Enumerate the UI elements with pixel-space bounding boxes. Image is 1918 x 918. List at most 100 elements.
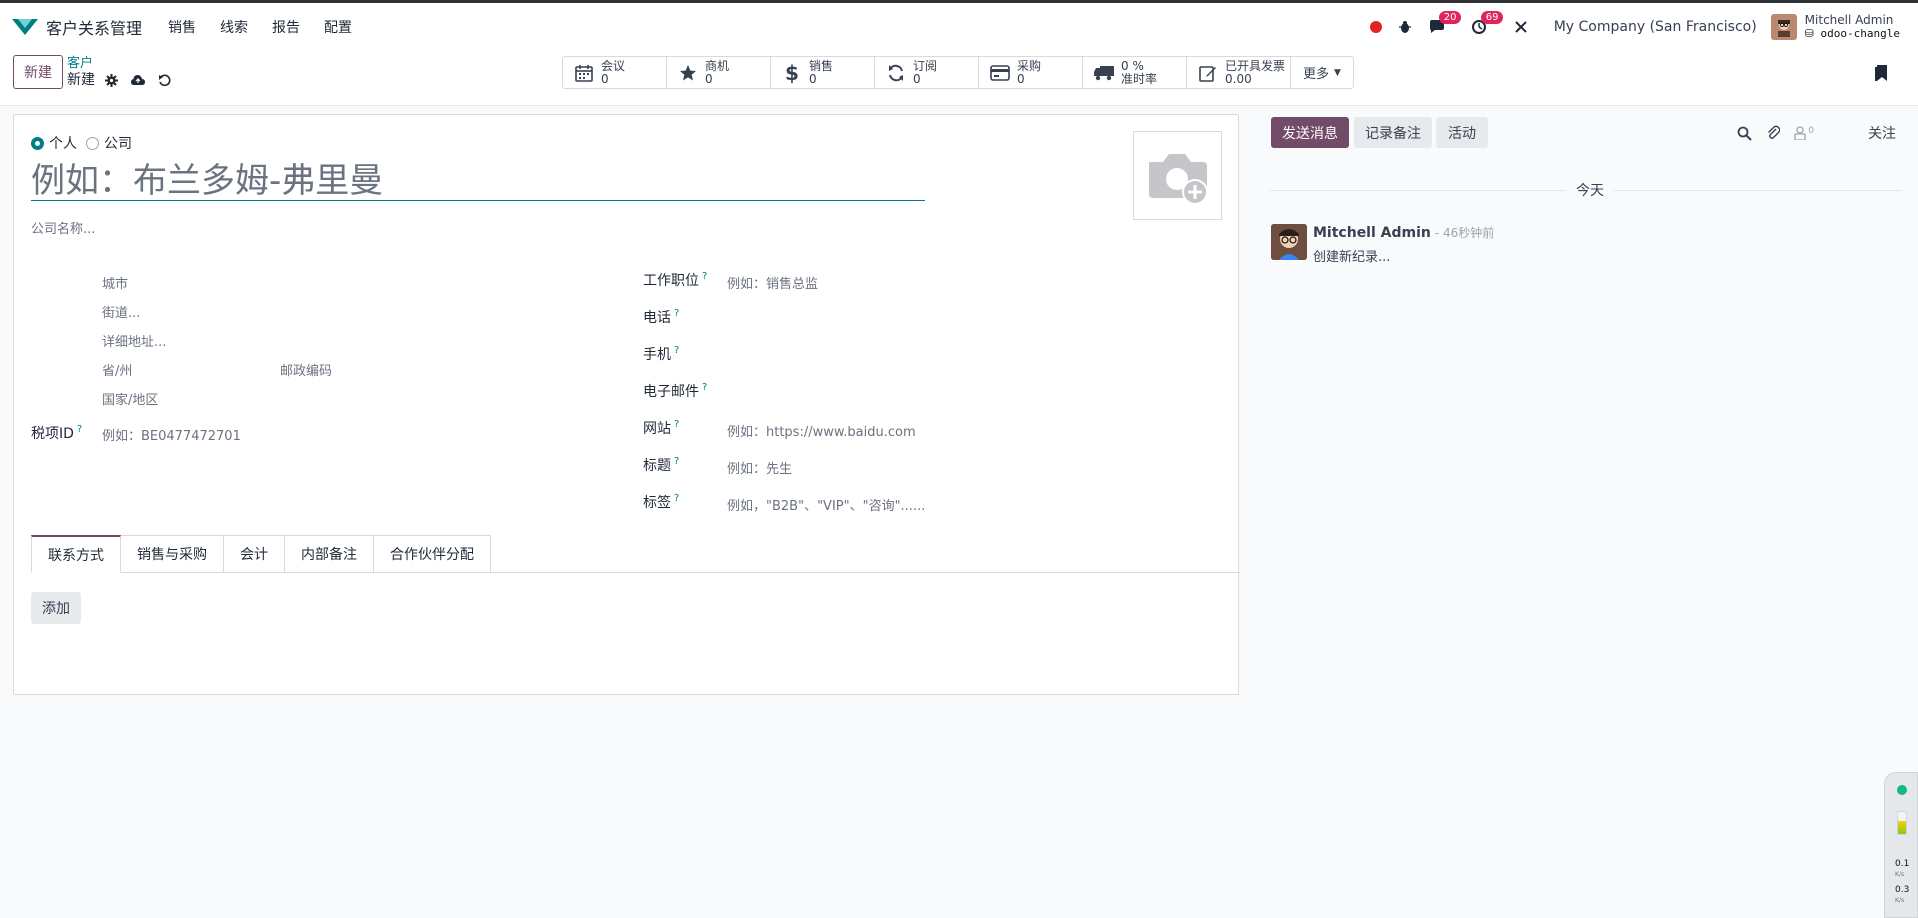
smart-button-opportunities[interactable]: 商机 0 (667, 57, 771, 88)
smart-button-on-time-rate[interactable]: 0 % 准时率 (1083, 57, 1187, 88)
tools-icon[interactable] (1512, 18, 1530, 36)
tab-internal-notes[interactable]: 内部备注 (285, 535, 374, 573)
followers-button[interactable]: 0 (1794, 126, 1814, 140)
control-panel: 新建 客户 新建 会议 0 商机 0 $ 销售 0 订阅 0 采购 0 0 % … (0, 50, 1918, 106)
smart-button-label: 销售 (809, 58, 834, 73)
app-title: 客户关系管理 (46, 18, 143, 38)
camera-add-icon (1148, 153, 1208, 205)
refresh-icon (885, 62, 907, 84)
radio-individual[interactable] (31, 136, 44, 150)
send-message-button[interactable]: 发送消息 (1271, 117, 1349, 148)
smart-button-sales[interactable]: $ 销售 0 (771, 57, 875, 88)
smart-button-subscriptions[interactable]: 订阅 0 (875, 57, 979, 88)
company-name-input[interactable]: 公司名称... (31, 218, 95, 237)
chatter-message: Mitchell Admin - 46秒钟前 创建新纪录... (1271, 224, 1494, 265)
smart-button-value: 0 (1017, 71, 1025, 86)
tab-partner-assignment[interactable]: 合作伙伴分配 (374, 535, 491, 573)
smart-button-label: 0 % (1121, 58, 1144, 73)
smart-button-label: 采购 (1017, 58, 1042, 73)
message-author[interactable]: Mitchell Admin (1313, 225, 1431, 241)
save-cloud-icon[interactable] (130, 74, 146, 86)
add-contact-button[interactable]: 添加 (31, 592, 81, 624)
tab-sales-purchase[interactable]: 销售与采购 (121, 535, 224, 573)
smart-button-value: 0 (809, 71, 817, 86)
more-label: 更多 (1303, 67, 1330, 82)
radio-company[interactable] (86, 136, 99, 150)
chatter-topbar-right: 0 关注 (1737, 123, 1896, 143)
phone-input[interactable] (727, 307, 1127, 325)
smart-button-value: 0.00 (1225, 71, 1252, 86)
bookmark-icon[interactable] (1874, 64, 1888, 82)
breadcrumb-customers[interactable]: 客户 (67, 56, 171, 72)
network-monitor[interactable]: 0.1 K/s 0.3 K/s (1884, 772, 1918, 918)
form-sheet: 个人 公司 例如：布兰多姆-弗里曼 公司名称... 城市 街道... 详细地址.… (13, 114, 1240, 695)
date-separator: 今天 (1566, 180, 1614, 200)
chatter: 发送消息 记录备注 活动 0 关注 今天 Mitchell Admin - 46秒… (1270, 114, 1902, 414)
tags-label: 标签? (643, 493, 680, 511)
star-icon (677, 62, 699, 84)
crm-logo-icon (12, 18, 38, 35)
log-note-button[interactable]: 记录备注 (1354, 117, 1432, 148)
vat-input[interactable]: 例如：BE0477472701 (102, 425, 241, 444)
title-input[interactable]: 例如：先生 (727, 458, 792, 477)
state-input[interactable]: 省/州 (102, 360, 132, 379)
new-button[interactable]: 新建 (13, 55, 63, 89)
menu-reporting[interactable]: 报告 (272, 17, 300, 37)
download-rate: 0.3 K/s (1895, 885, 1910, 904)
smart-button-meetings[interactable]: 会议 0 (563, 57, 667, 88)
recording-indicator-icon[interactable] (1369, 20, 1382, 33)
more-dropdown[interactable]: 更多 ▼ (1291, 57, 1353, 88)
gear-icon[interactable] (105, 73, 118, 87)
user-avatar[interactable] (1770, 13, 1797, 40)
user-lock-icon (1794, 126, 1806, 140)
job-position-label: 工作职位? (643, 271, 708, 289)
company-switcher[interactable]: My Company (San Francisco) (1554, 19, 1757, 35)
title-label: 标题? (643, 456, 680, 474)
zip-input[interactable]: 邮政编码 (280, 360, 332, 379)
radio-individual-label[interactable]: 个人 (49, 133, 77, 153)
smart-button-purchases[interactable]: 采购 0 (979, 57, 1083, 88)
partner-name-input[interactable]: 例如：布兰多姆-弗里曼 (31, 161, 925, 201)
messages-icon[interactable]: 20 (1428, 10, 1462, 36)
smart-button-label: 已开具发票 (1225, 58, 1286, 73)
mobile-input[interactable] (727, 344, 1127, 362)
search-icon[interactable] (1737, 126, 1752, 141)
menu-sales[interactable]: 销售 (168, 17, 196, 37)
message-author-avatar[interactable] (1271, 224, 1307, 260)
message-body: 创建新纪录... (1313, 250, 1391, 265)
activities-icon[interactable]: 69 (1470, 10, 1504, 36)
job-position-input[interactable]: 例如：销售总监 (727, 273, 818, 292)
vat-label: 税项ID? (31, 424, 83, 442)
menu-configuration[interactable]: 配置 (324, 17, 352, 37)
user-name: Mitchell Admin (1804, 12, 1894, 27)
dollar-icon: $ (785, 60, 799, 85)
city-input[interactable]: 城市 (102, 273, 128, 292)
smart-button-label: 会议 (601, 58, 626, 73)
smart-button-label: 商机 (705, 58, 730, 73)
radio-company-label[interactable]: 公司 (104, 133, 132, 153)
smart-buttons: 会议 0 商机 0 $ 销售 0 订阅 0 采购 0 0 % 准时率 已开具发票 0.00 更… (562, 56, 1354, 89)
smart-button-invoiced[interactable]: 已开具发票 0.00 (1187, 57, 1291, 88)
systray: 20 69 My Company (San Francisco) Mitchel… (1369, 3, 1900, 50)
brand[interactable]: 客户关系管理 (12, 15, 142, 39)
paperclip-icon[interactable] (1766, 125, 1781, 141)
breadcrumb: 客户 新建 (67, 56, 171, 88)
image-upload[interactable] (1133, 131, 1222, 220)
smart-button-label: 订阅 (913, 58, 938, 73)
tab-accounting[interactable]: 会计 (224, 535, 285, 573)
country-input[interactable]: 国家/地区 (102, 389, 158, 408)
user-menu[interactable]: Mitchell Admin ⛁ odoo-changle (1805, 13, 1900, 41)
street-input[interactable]: 街道... (102, 302, 140, 321)
menu-leads[interactable]: 线索 (220, 17, 248, 37)
tags-input[interactable]: 例如，"B2B"、"VIP"、"咨询"...... (727, 495, 925, 514)
tab-contacts[interactable]: 联系方式 (31, 535, 121, 573)
bug-icon[interactable] (1396, 18, 1414, 36)
street2-input[interactable]: 详细地址... (102, 331, 166, 350)
follow-button[interactable]: 关注 (1868, 123, 1896, 143)
activity-button[interactable]: 活动 (1436, 117, 1488, 148)
email-input[interactable] (727, 381, 1127, 399)
discard-undo-icon[interactable] (158, 74, 171, 87)
mobile-label: 手机? (643, 345, 680, 363)
company-type-selector: 个人 公司 (31, 133, 141, 153)
website-input[interactable]: 例如：https://www.baidu.com (727, 421, 916, 440)
